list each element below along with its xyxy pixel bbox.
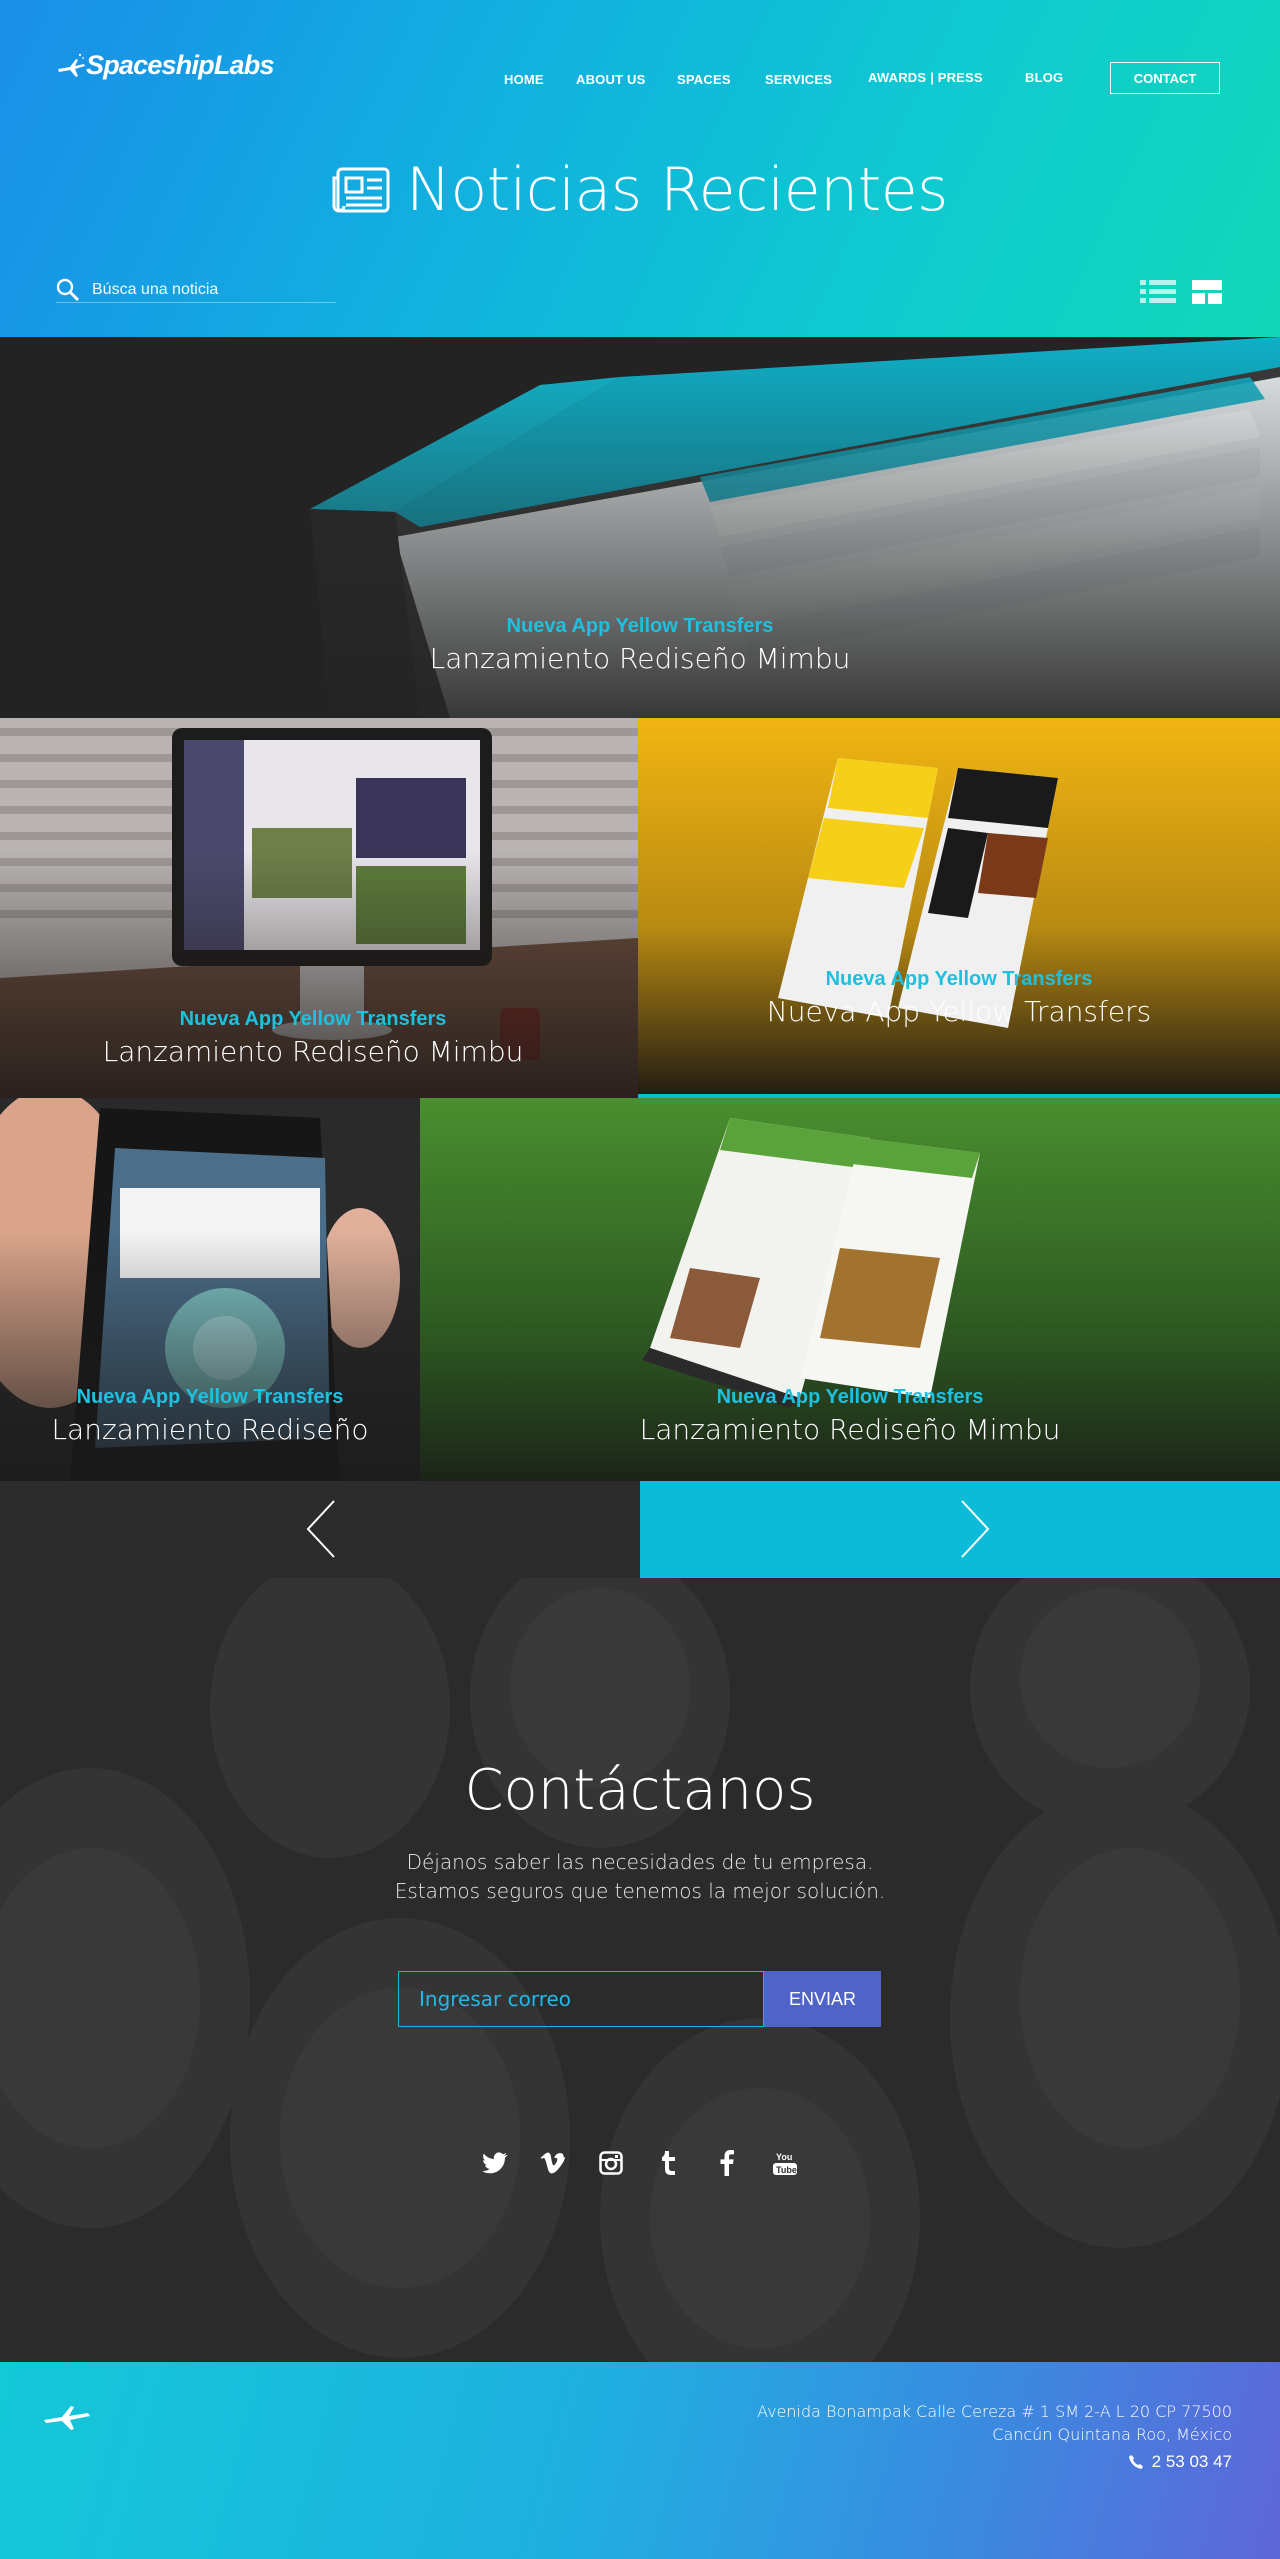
site-header: SpaceshipLabs HOME ABOUT US SPACES SERVI… (0, 0, 1280, 337)
phone-icon (1128, 2455, 1143, 2469)
page-title-block: Noticias Recientes (0, 150, 1280, 230)
tile-caption: Nueva App Yellow Transfers Lanzamiento R… (0, 1386, 420, 1446)
twitter-icon[interactable] (480, 2148, 510, 2178)
site-footer: Avenida Bonampak Calle Cereza # 1 SM 2-A… (0, 2362, 1280, 2559)
svg-text:You: You (776, 2152, 792, 2162)
list-view-icon[interactable] (1140, 280, 1176, 304)
tile-caption: Nueva App Yellow Transfers Lanzamiento R… (420, 1386, 1280, 1446)
yellow-app-mockup-image (638, 718, 1280, 1098)
tile-title: Nueva App Yellow Transfers (766, 995, 1152, 1028)
grid-view-icon[interactable] (1192, 280, 1222, 304)
newspaper-icon (332, 167, 390, 213)
tile-kicker: Nueva App Yellow Transfers (506, 615, 774, 637)
chevron-left-icon (306, 1500, 335, 1558)
tile-title: Lanzamiento Rediseño Mimbu (429, 642, 851, 675)
news-search (56, 277, 336, 303)
nav-spaces[interactable]: SPACES (677, 72, 731, 87)
next-page-button[interactable] (640, 1481, 1280, 1578)
contact-section: Contáctanos Déjanos saber las necesidade… (0, 1578, 1280, 2362)
search-icon[interactable] (56, 278, 80, 302)
contact-subtitle-line2: Estamos seguros que tenemos la mejor sol… (394, 1879, 886, 1903)
tile-kicker: Nueva App Yellow Transfers (825, 968, 1093, 990)
prev-page-button[interactable] (0, 1481, 640, 1578)
svg-text:Tube: Tube (776, 2165, 797, 2175)
contact-title: Contáctanos (464, 1758, 816, 1823)
tile-title: Lanzamiento Rediseño (51, 1413, 369, 1446)
chevron-right-icon (961, 1500, 990, 1558)
youtube-icon[interactable]: You Tube (770, 2148, 800, 2178)
tile-caption: Nueva App Yellow Transfers Lanzamiento R… (0, 615, 1280, 675)
spaceship-icon[interactable] (42, 2400, 92, 2432)
social-links: You Tube (0, 2148, 1280, 2178)
page-title: Noticias Recientes (406, 155, 948, 225)
news-tile-green-app[interactable]: Nueva App Yellow Transfers Lanzamiento R… (420, 1098, 1280, 1481)
news-tile-phone[interactable]: Nueva App Yellow Transfers Lanzamiento R… (0, 1098, 420, 1481)
facebook-icon[interactable] (712, 2148, 742, 2178)
phone-number: 2 53 03 47 (1151, 2452, 1232, 2471)
email-field[interactable] (398, 1971, 764, 2027)
contact-subtitle-line1: Déjanos saber las necesidades de tu empr… (406, 1850, 874, 1874)
nav-about-us[interactable]: ABOUT US (576, 72, 646, 87)
search-input[interactable] (92, 280, 322, 299)
news-tile-yellow-app[interactable]: Nueva App Yellow Transfers Nueva App Yel… (638, 718, 1280, 1098)
team-photo-background (0, 1578, 1280, 2362)
main-nav: HOME ABOUT US SPACES SERVICES AWARDS | P… (0, 66, 1280, 94)
tile-kicker: Nueva App Yellow Transfers (76, 1386, 344, 1408)
footer-address-line1: Avenida Bonampak Calle Cereza # 1 SM 2-A… (757, 2402, 1232, 2421)
tumblr-icon[interactable] (654, 2148, 684, 2178)
news-tile-imac[interactable]: Nueva App Yellow Transfers Lanzamiento R… (0, 718, 638, 1098)
send-button[interactable]: ENVIAR (764, 1971, 881, 2027)
tile-caption: Nueva App Yellow Transfers Nueva App Yel… (638, 968, 1280, 1028)
tile-title: Lanzamiento Rediseño Mimbu (102, 1035, 524, 1068)
nav-blog[interactable]: BLOG (1025, 70, 1063, 85)
vimeo-icon[interactable] (538, 2148, 568, 2178)
news-tile-featured[interactable]: Nueva App Yellow Transfers Lanzamiento R… (0, 337, 1280, 718)
tile-kicker: Nueva App Yellow Transfers (716, 1386, 984, 1408)
nav-contact-button[interactable]: CONTACT (1110, 62, 1220, 94)
footer-address-line2: Cancún Quintana Roo, México (992, 2425, 1232, 2444)
tile-kicker: Nueva App Yellow Transfers (179, 1008, 447, 1030)
nav-home[interactable]: HOME (504, 72, 544, 87)
instagram-icon[interactable] (596, 2148, 626, 2178)
tile-title: Lanzamiento Rediseño Mimbu (639, 1413, 1061, 1446)
tile-caption: Nueva App Yellow Transfers Lanzamiento R… (0, 1008, 626, 1068)
footer-phone[interactable]: 2 53 03 47 (1128, 2452, 1232, 2472)
nav-awards-press[interactable]: AWARDS | PRESS (868, 70, 983, 85)
nav-services[interactable]: SERVICES (765, 72, 832, 87)
